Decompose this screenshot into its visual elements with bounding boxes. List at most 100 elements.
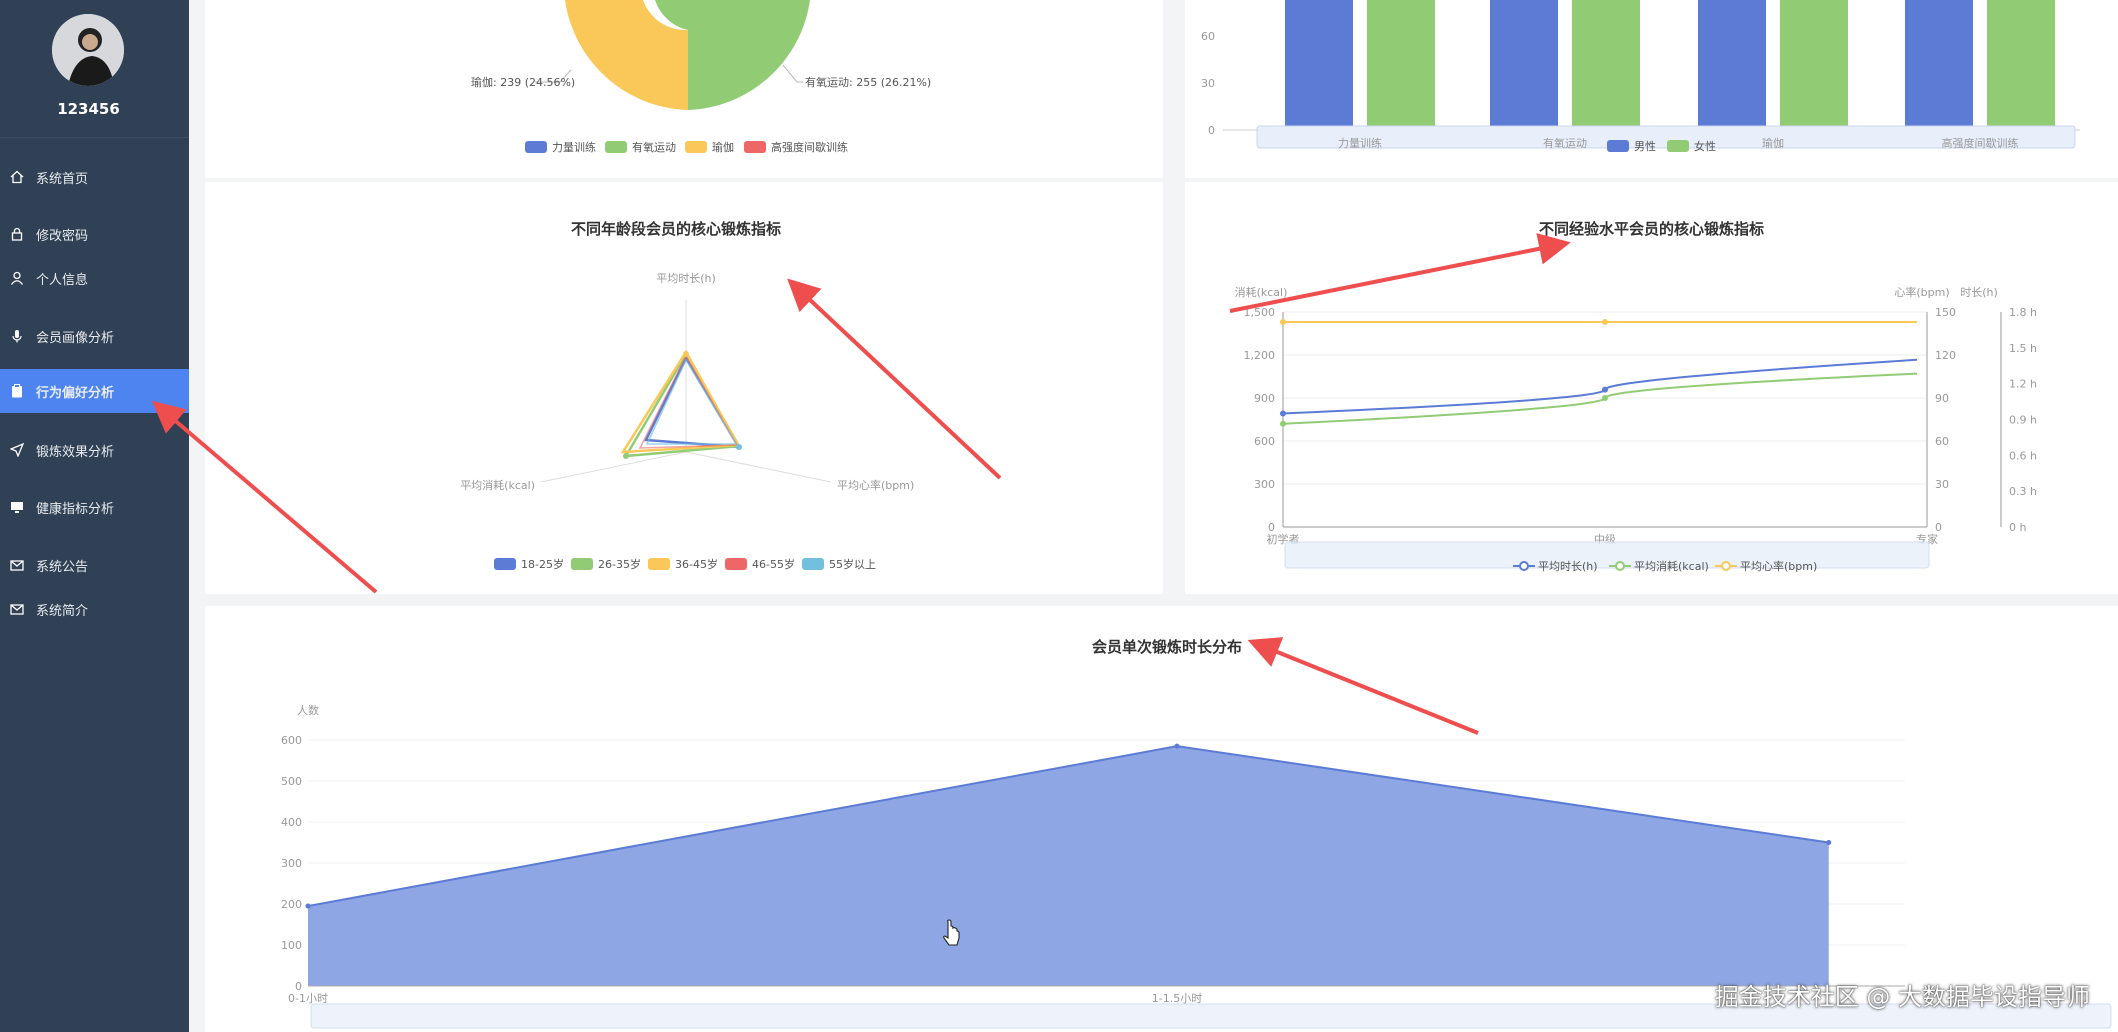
radar-point[interactable] [736,444,742,450]
line-point[interactable] [1280,319,1286,326]
line-point[interactable] [1602,319,1608,326]
bar-男性[interactable] [1285,0,1353,130]
sidebar-item-change-password[interactable]: 修改密码 [0,215,189,253]
radar-legend: 18-25岁 26-35岁 36-45岁 46-55岁 55岁以上 [494,557,876,571]
bar-男性[interactable] [1905,0,1973,130]
sidebar-item-label: 修改密码 [36,228,89,244]
line-legend: 平均时长(h) 平均消耗(kcal) 平均心率(bpm) [1513,559,1817,573]
bar-女性[interactable] [1572,0,1640,130]
sidebar-item-label: 锻炼效果分析 [36,444,115,460]
area-chart-panel: 会员单次锻炼时长分布 人数 600 500 400 300 200 100 0 0-1小时 … [205,606,2118,1032]
legend-swatch-female[interactable] [1667,140,1689,152]
y-tick-right2: 1.5 h [2009,342,2037,355]
y-tick-left: 600 [1254,435,1275,448]
line-series-平均消耗(kcal)[interactable] [1282,372,1918,425]
line-point[interactable] [1602,395,1608,401]
sidebar-item-label: 系统简介 [36,603,89,619]
area-point[interactable] [1826,840,1832,845]
legend-swatch-male[interactable] [1607,140,1629,152]
sidebar: 123456 系统首页 修改密码 个人信息 会员画像分析 行为偏好分析 锻炼效果… [0,0,189,1032]
line-point[interactable] [1602,386,1608,393]
watermark: 掘金技术社区 @ 大数据毕设指导师 [1714,983,2090,1011]
y-tick-right2: 1.2 h [2009,378,2037,391]
x-tick: 0-1小时 [288,992,328,1005]
y-tick-right2: 0.9 h [2009,414,2037,427]
legend-swatch[interactable] [802,558,824,570]
area-fill[interactable] [308,746,1829,986]
sidebar-item-label: 系统首页 [36,171,89,187]
y-tick-left: 1,200 [1244,349,1276,362]
line-chart: 消耗(kcal) 心率(bpm) 时长(h) 1,500 1,200 900 600 3… [1235,285,2037,573]
radar-point[interactable] [623,453,629,459]
legend-swatch[interactable] [1721,561,1731,571]
y-tick-right2: 0 h [2009,521,2026,534]
legend-swatch-yoga[interactable] [685,141,707,153]
sidebar-item-about[interactable]: 系统简介 [0,590,189,628]
sidebar-item-behavior-preference[interactable]: 行为偏好分析 [0,369,189,413]
y-tick: 30 [1201,77,1215,90]
sidebar-item-health-indicators[interactable]: 健康指标分析 [0,488,189,526]
legend-swatch[interactable] [648,558,670,570]
legend-swatch-aerobic[interactable] [605,141,627,153]
sidebar-item-member-portrait[interactable]: 会员画像分析 [0,317,189,355]
legend-label: 46-55岁 [752,557,795,571]
bar-女性[interactable] [1367,0,1435,130]
area-point[interactable] [1174,743,1180,749]
x-tick: 力量训练 [1338,136,1382,150]
legend-swatch[interactable] [1519,561,1529,571]
sidebar-item-profile[interactable]: 个人信息 [0,259,189,297]
mic-icon [10,329,24,343]
legend-swatch[interactable] [494,558,516,570]
y-tick: 60 [1201,30,1215,43]
bar-女性[interactable] [1987,0,2055,130]
y-tick: 200 [281,898,302,911]
sidebar-divider [0,137,189,138]
username: 123456 [57,100,120,118]
radar-series-55-plus[interactable] [645,358,738,445]
sidebar-item-announcements[interactable]: 系统公告 [0,546,189,584]
y-tick-right1: 90 [1935,392,1949,405]
bar-女性[interactable] [1780,0,1848,130]
send-icon [10,443,24,457]
line-point[interactable] [1280,410,1286,417]
legend-swatch-strength[interactable] [525,141,547,153]
radar-point[interactable] [683,351,689,357]
radar-indicator: 平均消耗(kcal) [460,478,535,492]
clipboard-icon [10,384,24,398]
line-series-平均时长(h)[interactable] [1282,358,1918,415]
line-point[interactable] [1280,420,1286,427]
y-tick-left: 900 [1254,392,1275,405]
y-tick-right1: 150 [1935,306,1956,319]
y-tick: 400 [281,816,302,829]
bar-男性[interactable] [1490,0,1558,130]
legend-swatch[interactable] [571,558,593,570]
pie-label-yoga: 瑜伽: 239 (24.56%) [471,75,575,89]
legend-label: 55岁以上 [829,557,876,571]
x-tick: 1-1.5小时 [1152,992,1202,1005]
legend-swatch-hiit[interactable] [744,141,766,153]
y-axis-name-right1: 心率(bpm) [1894,285,1949,299]
legend-swatch[interactable] [1615,561,1625,571]
monitor-icon [10,500,24,514]
data-zoom-slider[interactable] [1284,541,1930,569]
bar-男性[interactable] [1698,0,1766,130]
area-point[interactable] [305,903,311,909]
pie-label-aerobic: 有氧运动: 255 (26.21%) [805,75,931,89]
y-tick-right1: 30 [1935,478,1949,491]
legend-label: 36-45岁 [675,557,718,571]
sidebar-item-home[interactable]: 系统首页 [0,158,189,196]
x-tick: 有氧运动 [1543,136,1587,150]
x-tick: 高强度间歇训练 [1942,136,2019,150]
x-tick: 瑜伽 [1762,136,1784,150]
sidebar-item-label: 个人信息 [36,272,89,288]
legend-swatch[interactable] [725,558,747,570]
y-axis-name-right2: 时长(h) [1960,286,1998,299]
radar-chart-panel: 不同年龄段会员的核心锻炼指标 平均时长(h) 平均心率(bpm) 平均消耗(kc… [205,182,1163,594]
y-tick-left: 300 [1254,478,1275,491]
sidebar-item-exercise-effect[interactable]: 锻炼效果分析 [0,431,189,469]
sidebar-item-label: 行为偏好分析 [36,385,115,401]
avatar[interactable] [52,14,124,86]
y-tick-right1: 120 [1935,349,1956,362]
bar-chart: 60 30 0 力量训练 有氧运动 瑜伽 高强度间歇训练 男性 女性 [1201,0,2080,153]
y-tick: 500 [281,775,302,788]
